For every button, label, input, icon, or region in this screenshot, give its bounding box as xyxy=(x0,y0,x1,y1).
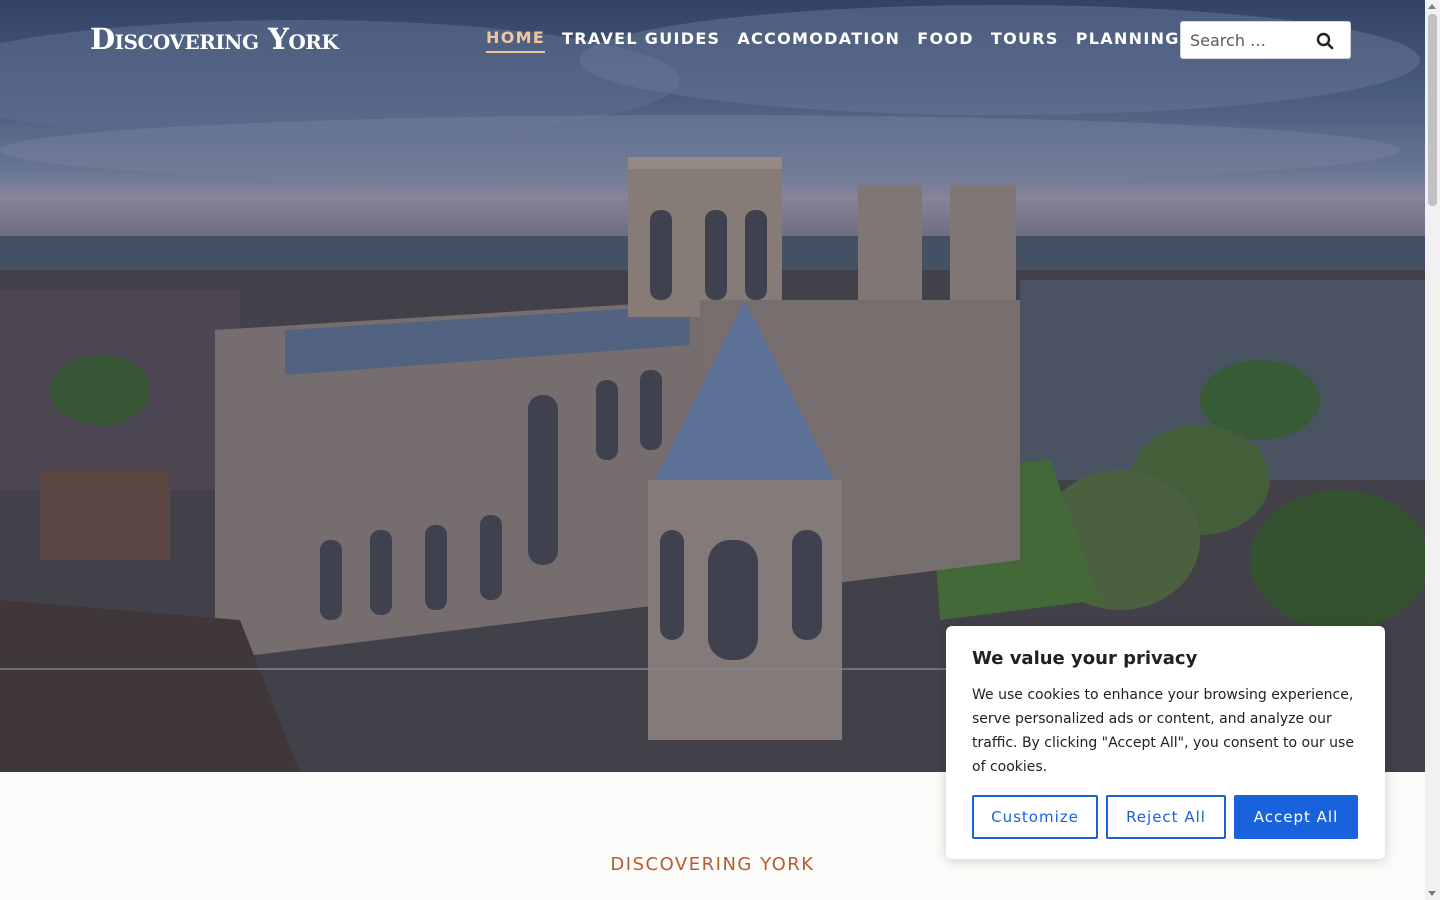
nav-item-home[interactable]: Home xyxy=(486,28,546,53)
nav-item-food[interactable]: Food xyxy=(917,28,974,53)
cookie-button-group: Customize Reject All Accept All xyxy=(972,795,1358,839)
search-box xyxy=(1180,21,1351,59)
main-nav: Home Travel Guides Accomodation Food Tou… xyxy=(486,28,1211,53)
accept-all-button[interactable]: Accept All xyxy=(1234,795,1358,839)
scrollbar-thumb[interactable] xyxy=(1428,14,1437,206)
scroll-up-arrow-icon[interactable] xyxy=(1428,4,1436,9)
cookie-banner-title: We value your privacy xyxy=(972,648,1198,669)
nav-item-label: Planning xyxy=(1075,29,1180,48)
nav-item-travel-guides[interactable]: Travel Guides xyxy=(562,28,720,53)
nav-item-planning[interactable]: Planning xyxy=(1075,28,1196,53)
customize-button[interactable]: Customize xyxy=(972,795,1098,839)
site-logo[interactable]: Discovering York xyxy=(90,22,339,56)
cookie-consent-banner: We value your privacy We use cookies to … xyxy=(946,626,1385,859)
search-icon[interactable] xyxy=(1316,32,1334,50)
page-scrollbar[interactable] xyxy=(1425,0,1440,900)
nav-item-label: Accomodation xyxy=(737,29,901,48)
scroll-down-arrow-icon[interactable] xyxy=(1428,891,1436,896)
nav-item-label: Travel Guides xyxy=(562,29,721,48)
reject-all-button[interactable]: Reject All xyxy=(1106,795,1226,839)
nav-item-label: Food xyxy=(917,29,974,48)
nav-item-label: Home xyxy=(486,28,546,47)
nav-item-tours[interactable]: Tours xyxy=(991,28,1059,53)
search-input[interactable] xyxy=(1181,30,1306,50)
cookie-banner-text: We use cookies to enhance your browsing … xyxy=(972,687,1354,775)
nav-item-label: Tours xyxy=(990,29,1059,48)
nav-item-accomodation[interactable]: Accomodation xyxy=(737,28,900,53)
